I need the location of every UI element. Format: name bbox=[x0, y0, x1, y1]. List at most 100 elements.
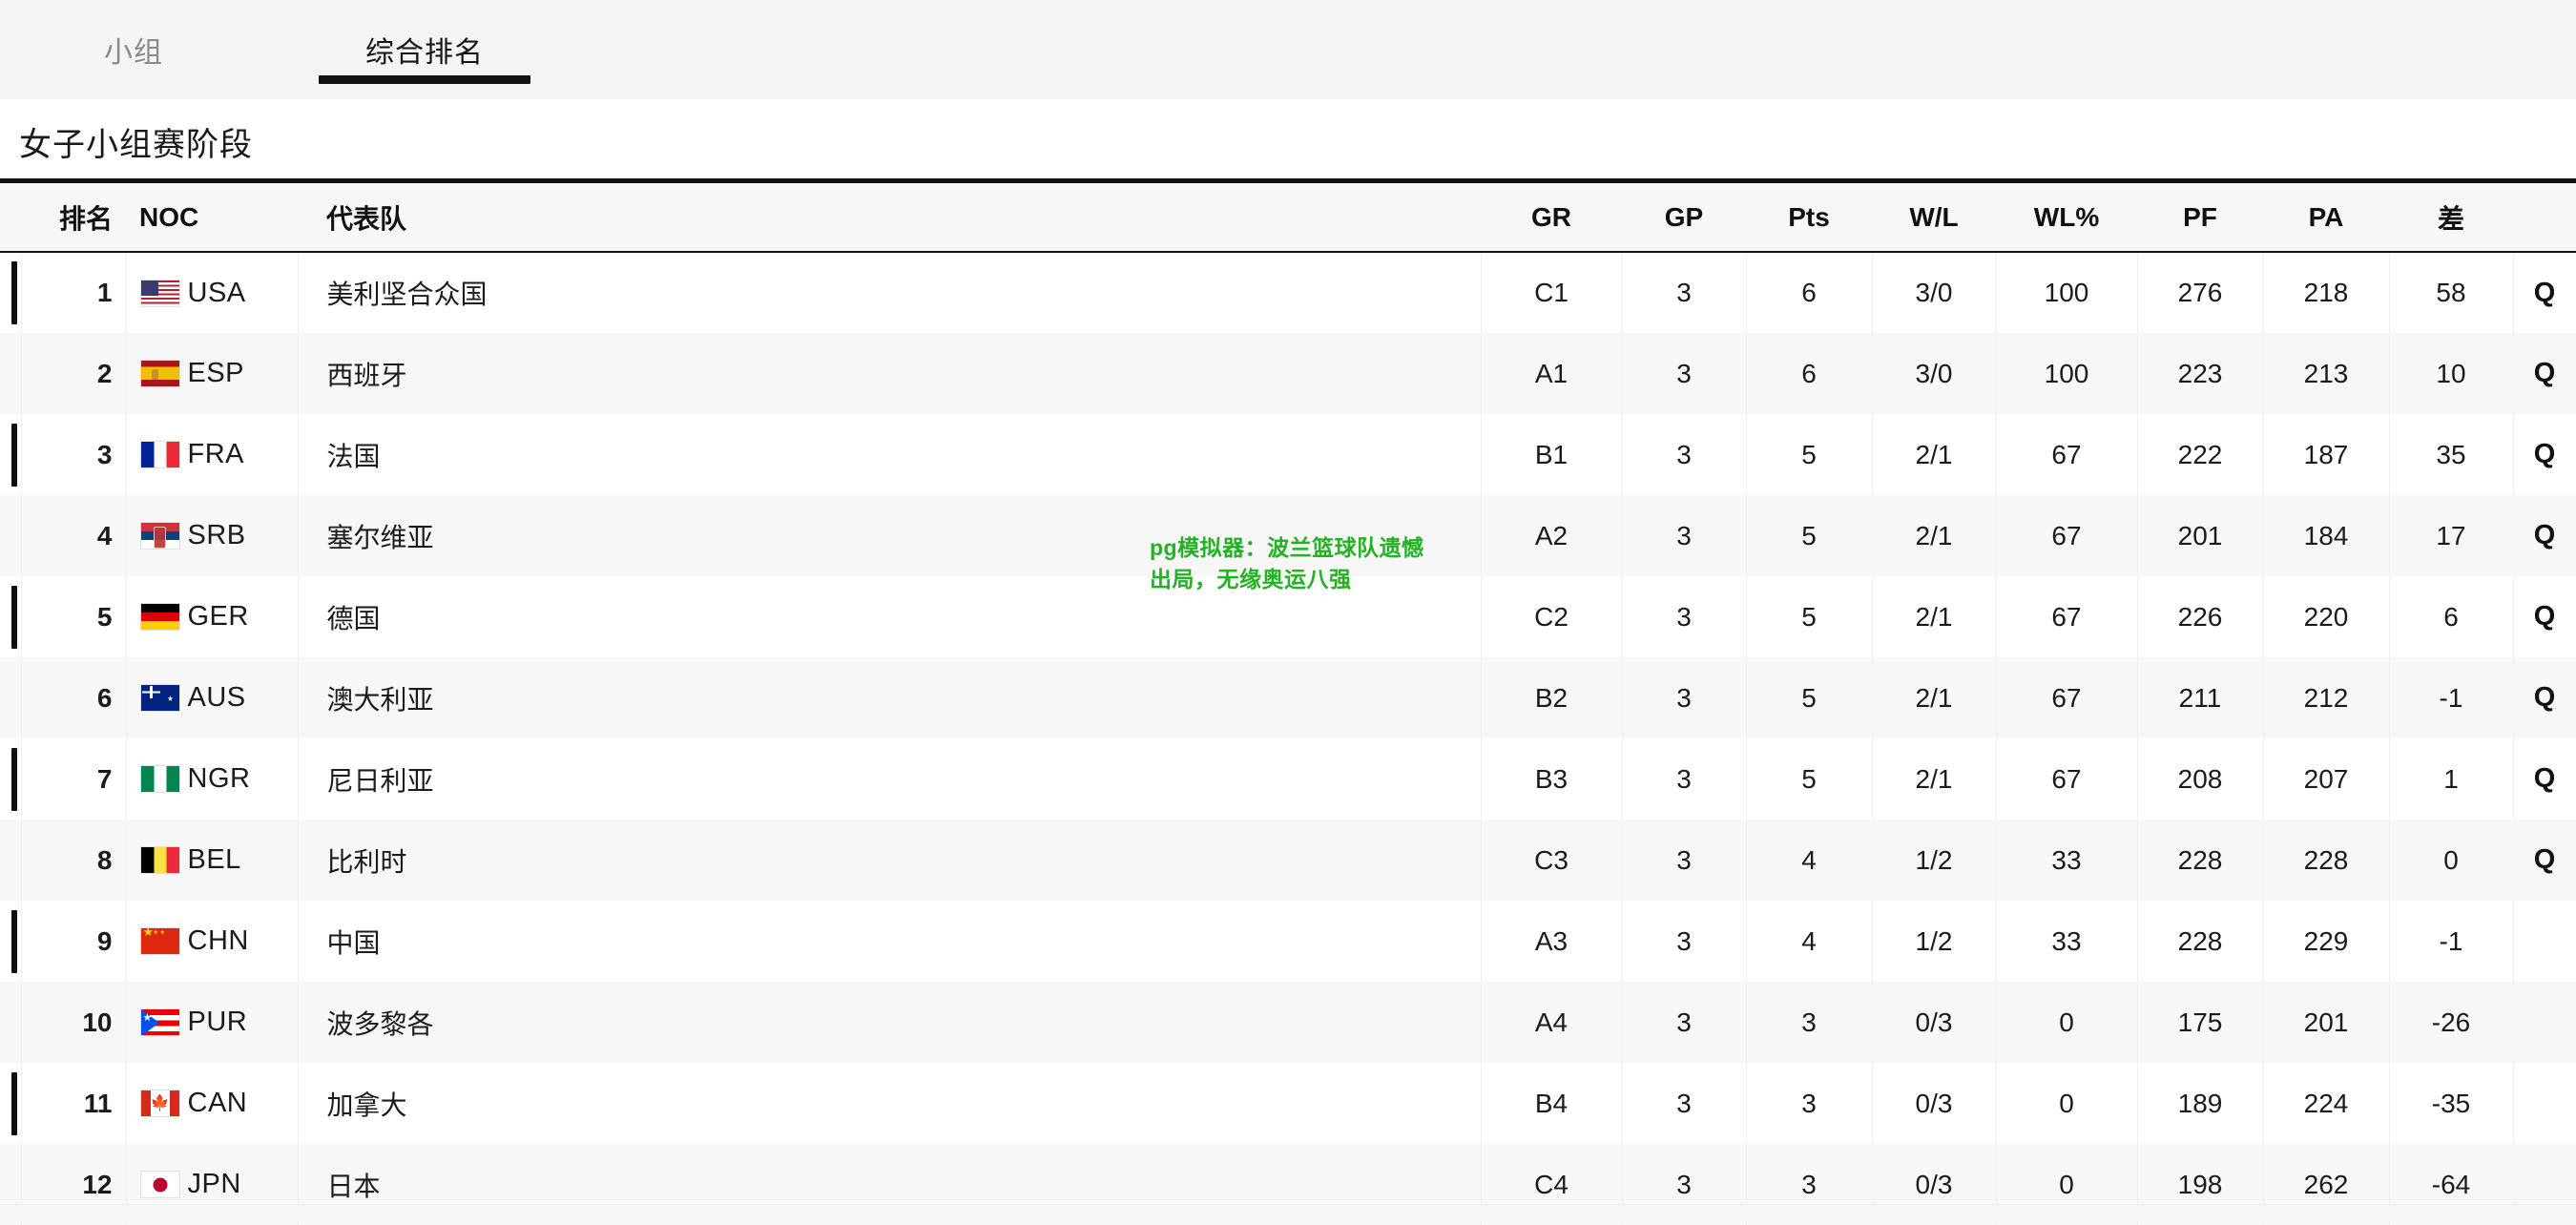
table-row[interactable]: 7 NGR 尼日利亚 B3 3 5 2/1 67 208 207 1 Q bbox=[0, 738, 2576, 820]
cell-wl: 2/1 bbox=[1872, 738, 1997, 820]
cell-pts: 5 bbox=[1746, 576, 1873, 657]
cell-pf: 175 bbox=[2137, 982, 2264, 1063]
tab-groups[interactable]: 小组 bbox=[57, 0, 210, 99]
tab-overall-ranking[interactable]: 综合排名 bbox=[315, 0, 534, 99]
cell-pa: 228 bbox=[2263, 820, 2390, 901]
cell-qualification: Q bbox=[2513, 738, 2576, 820]
flag-ger-icon bbox=[139, 603, 180, 631]
cell-pa: 187 bbox=[2263, 414, 2390, 495]
table-row[interactable]: 2 ESP 西班牙 A1 3 6 3/0 100 223 213 10 Q bbox=[0, 333, 2576, 414]
cell-team-name[interactable]: 澳大利亚 bbox=[298, 657, 1482, 738]
table-row[interactable]: 8 BEL 比利时 C3 3 4 1/2 33 228 228 0 Q bbox=[0, 820, 2576, 901]
cell-gr: C1 bbox=[1481, 252, 1623, 333]
table-row[interactable]: 5 GER 德国 C2 3 5 2/1 67 226 220 6 Q bbox=[0, 576, 2576, 657]
cell-rank: 4 bbox=[21, 495, 127, 576]
cell-pa: 207 bbox=[2263, 738, 2390, 820]
cell-gp: 3 bbox=[1622, 820, 1747, 901]
cell-wl: 1/2 bbox=[1872, 901, 1997, 982]
cell-pf: 208 bbox=[2137, 738, 2264, 820]
cell-pts: 6 bbox=[1746, 333, 1873, 414]
cell-noc[interactable]: CAN bbox=[126, 1063, 299, 1144]
noc-code: CAN bbox=[187, 1088, 248, 1118]
cell-noc[interactable]: AUS bbox=[126, 657, 299, 738]
table-row[interactable]: 4 SRB 塞尔维亚 A2 3 5 2/1 67 201 184 17 Q bbox=[0, 495, 2576, 576]
flag-bel-icon bbox=[139, 846, 180, 874]
flag-jpn-icon bbox=[139, 1171, 180, 1198]
column-header-pa[interactable]: PA bbox=[2263, 183, 2389, 253]
cell-wlpct: 33 bbox=[1996, 901, 2138, 982]
table-row[interactable]: 11CAN加拿大B4330/30189224-35 bbox=[0, 1063, 2576, 1144]
cell-qualification: Q bbox=[2513, 495, 2576, 576]
table-row[interactable]: 3 FRA 法国 B1 3 5 2/1 67 222 187 35 Q bbox=[0, 414, 2576, 495]
cell-rank: 8 bbox=[21, 820, 127, 901]
tab-groups-label: 小组 bbox=[104, 37, 163, 69]
cell-pf: 228 bbox=[2137, 820, 2264, 901]
row-accent-cell bbox=[0, 982, 22, 1063]
table-row[interactable]: 10PUR波多黎各A4330/30175201-26 bbox=[0, 982, 2576, 1063]
column-header-gp[interactable]: GP bbox=[1622, 183, 1746, 253]
cell-noc[interactable]: ESP bbox=[126, 333, 299, 414]
row-accent-cell bbox=[0, 1063, 22, 1144]
cell-team-name[interactable]: 尼日利亚 bbox=[298, 738, 1482, 820]
qualified-badge: Q bbox=[2533, 682, 2556, 713]
row-accent-cell bbox=[0, 576, 22, 657]
table-row[interactable]: 1 USA 美利坚合众国 C1 3 6 3/0 100 276 218 58 Q bbox=[0, 252, 2576, 333]
cell-team-name[interactable]: 比利时 bbox=[298, 820, 1482, 901]
column-header-noc[interactable]: NOC bbox=[126, 183, 298, 253]
cell-pts: 4 bbox=[1746, 901, 1873, 982]
cell-noc[interactable]: BEL bbox=[126, 820, 299, 901]
cell-noc[interactable]: FRA bbox=[126, 414, 299, 495]
cell-wlpct: 67 bbox=[1996, 738, 2138, 820]
cell-team-name[interactable]: 中国 bbox=[298, 901, 1482, 982]
cell-noc[interactable]: NGR bbox=[126, 738, 299, 820]
cell-team-name[interactable]: 塞尔维亚 bbox=[298, 495, 1482, 576]
cell-pa: 184 bbox=[2263, 495, 2390, 576]
cell-wl: 2/1 bbox=[1872, 414, 1997, 495]
noc-code: SRB bbox=[187, 520, 246, 550]
column-header-wlpct[interactable]: WL% bbox=[1996, 183, 2137, 253]
flag-chn-icon bbox=[139, 927, 180, 955]
row-accent-cell bbox=[0, 252, 22, 333]
column-header-gr[interactable]: GR bbox=[1481, 183, 1622, 253]
cell-team-name[interactable]: 加拿大 bbox=[298, 1063, 1482, 1144]
cell-noc[interactable]: USA bbox=[126, 252, 299, 333]
noc-inner: SRB bbox=[139, 520, 298, 551]
column-header-pf[interactable]: PF bbox=[2137, 183, 2263, 253]
noc-inner: JPN bbox=[139, 1169, 298, 1200]
row-accent-cell bbox=[0, 495, 22, 576]
cell-qualification: Q bbox=[2513, 820, 2576, 901]
column-header-rank[interactable]: 排名 bbox=[21, 183, 126, 253]
cell-wl: 2/1 bbox=[1872, 657, 1997, 738]
cell-team-name[interactable]: 西班牙 bbox=[298, 333, 1482, 414]
cell-rank: 6 bbox=[21, 657, 127, 738]
cell-qualification bbox=[2513, 901, 2576, 982]
column-header-pts[interactable]: Pts bbox=[1746, 183, 1872, 253]
cell-wl: 2/1 bbox=[1872, 495, 1997, 576]
column-header-diff[interactable]: 差 bbox=[2389, 183, 2513, 253]
cell-gr: B4 bbox=[1481, 1063, 1623, 1144]
cell-noc[interactable]: PUR bbox=[126, 982, 299, 1063]
column-header-team[interactable]: 代表队 bbox=[298, 183, 1481, 253]
row-accent-bar bbox=[11, 343, 17, 405]
cell-team-name[interactable]: 波多黎各 bbox=[298, 982, 1482, 1063]
cell-team-name[interactable]: 法国 bbox=[298, 414, 1482, 495]
cell-wlpct: 0 bbox=[1996, 1063, 2138, 1144]
cell-pf: 211 bbox=[2137, 657, 2264, 738]
cell-pf: 226 bbox=[2137, 576, 2264, 657]
table-row[interactable]: 6 AUS 澳大利亚 B2 3 5 2/1 67 211 212 -1 Q bbox=[0, 657, 2576, 738]
table-row[interactable]: 9 CHN 中国A3341/233228229-1 bbox=[0, 901, 2576, 982]
cell-team-name[interactable]: 德国 bbox=[298, 576, 1482, 657]
cell-pf: 276 bbox=[2137, 252, 2264, 333]
cell-qualification: Q bbox=[2513, 414, 2576, 495]
cell-wlpct: 67 bbox=[1996, 657, 2138, 738]
noc-inner: AUS bbox=[139, 682, 298, 714]
cell-noc[interactable]: CHN bbox=[126, 901, 299, 982]
column-header-wl[interactable]: W/L bbox=[1872, 183, 1996, 253]
cell-noc[interactable]: SRB bbox=[126, 495, 299, 576]
noc-code: GER bbox=[187, 601, 249, 632]
cell-gr: A2 bbox=[1481, 495, 1623, 576]
cell-pts: 6 bbox=[1746, 252, 1873, 333]
cell-diff: -26 bbox=[2389, 982, 2514, 1063]
cell-team-name[interactable]: 美利坚合众国 bbox=[298, 252, 1482, 333]
cell-noc[interactable]: GER bbox=[126, 576, 299, 657]
